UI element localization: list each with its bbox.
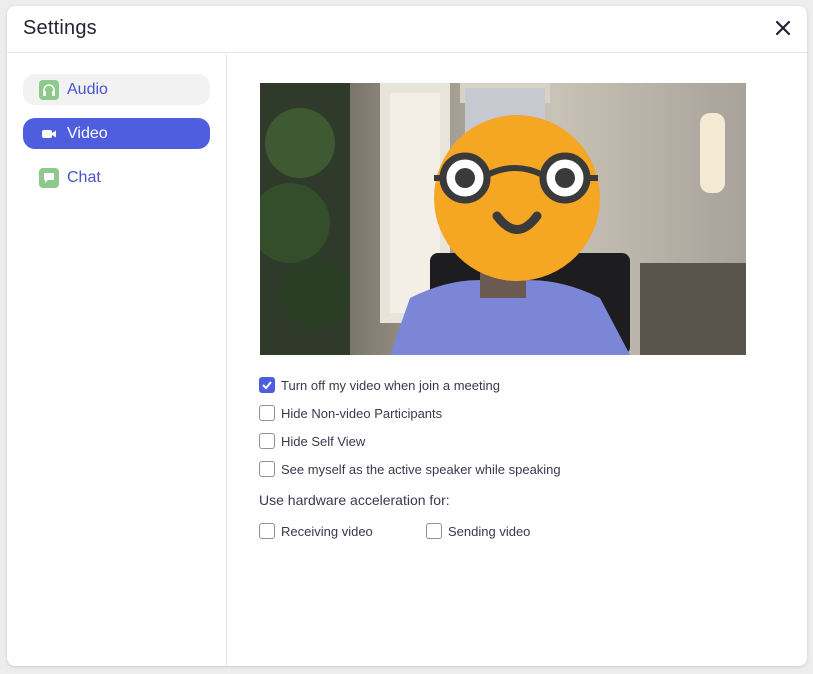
settings-window: Settings Audio Video Chat Turn off my vi… (7, 6, 807, 666)
camera-preview-image (260, 83, 746, 355)
option-label: See myself as the active speaker while s… (281, 461, 561, 477)
sidebar-item-video[interactable]: Video (23, 118, 210, 149)
video-preview (260, 83, 746, 355)
sidebar-item-label: Audio (67, 80, 108, 98)
sidebar-item-audio[interactable]: Audio (23, 74, 210, 105)
option-turn-off-video[interactable]: Turn off my video when join a meeting (259, 377, 500, 393)
close-icon (775, 20, 791, 36)
option-label: Hide Non-video Participants (281, 405, 443, 421)
close-button[interactable] (773, 18, 793, 38)
option-hide-self-view[interactable]: Hide Self View (259, 433, 365, 449)
hardware-acceleration-label: Use hardware acceleration for: (259, 492, 450, 508)
option-label: Hide Self View (281, 433, 366, 449)
title-bar: Settings (7, 6, 807, 53)
camera-icon (39, 124, 59, 144)
checkbox[interactable] (426, 523, 442, 539)
headphones-icon (39, 79, 59, 100)
sidebar-item-label: Video (67, 124, 108, 142)
sidebar-item-label: Chat (67, 168, 101, 186)
checkbox-checked[interactable] (259, 377, 275, 393)
option-hide-non-video[interactable]: Hide Non-video Participants (259, 405, 442, 421)
checkbox[interactable] (259, 433, 275, 449)
option-receiving-video[interactable]: Receiving video (259, 523, 373, 539)
checkbox[interactable] (259, 461, 275, 477)
sidebar: Audio Video Chat (7, 54, 227, 666)
option-label: Turn off my video when join a meeting (281, 377, 500, 393)
chat-icon (39, 167, 59, 188)
option-sending-video[interactable]: Sending video (426, 523, 530, 539)
sidebar-item-chat[interactable]: Chat (23, 162, 210, 193)
option-label: Sending video (448, 523, 531, 539)
option-active-speaker[interactable]: See myself as the active speaker while s… (259, 461, 561, 477)
window-title: Settings (23, 17, 97, 39)
check-icon (262, 381, 272, 390)
checkbox[interactable] (259, 523, 275, 539)
checkbox[interactable] (259, 405, 275, 421)
option-label: Receiving video (281, 523, 373, 539)
